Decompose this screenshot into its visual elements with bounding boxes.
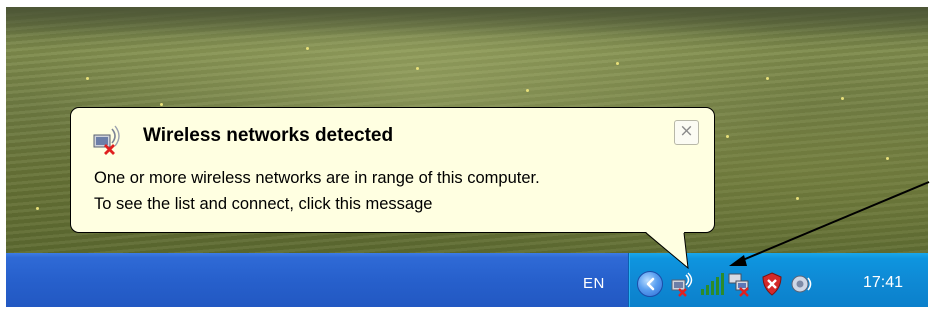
balloon-message-line: One or more wireless networks are in ran… (94, 169, 540, 187)
balloon-message-line: To see the list and connect, click this … (94, 195, 433, 213)
wireless-network-disconnected-icon (93, 125, 120, 155)
close-button[interactable]: × (674, 120, 699, 145)
wallpaper-detail (526, 89, 529, 92)
taskbar: EN 17:41 (6, 253, 928, 307)
wallpaper-detail (160, 103, 163, 106)
notification-balloon[interactable]: Wireless networks detected × One or more… (70, 107, 715, 233)
wallpaper-detail (796, 197, 799, 200)
chevron-left-icon (646, 277, 655, 291)
wallpaper-detail (616, 62, 619, 65)
wallpaper-detail (886, 157, 889, 160)
close-icon: × (679, 121, 694, 141)
wallpaper-detail (416, 67, 419, 70)
security-shield-icon[interactable] (759, 271, 785, 297)
wallpaper-detail (306, 47, 309, 50)
wallpaper-detail (86, 77, 89, 80)
signal-strength-icon[interactable] (699, 271, 725, 297)
wallpaper-horizon (6, 7, 928, 37)
wallpaper-detail (766, 77, 769, 80)
network-disconnected-icon[interactable] (727, 271, 753, 297)
show-hidden-icons-button[interactable] (637, 271, 663, 297)
volume-icon[interactable] (789, 271, 815, 297)
wireless-network-disconnected-icon[interactable] (669, 271, 695, 297)
wallpaper-detail (726, 135, 729, 138)
language-indicator[interactable]: EN (583, 275, 605, 292)
wallpaper-detail (841, 97, 844, 100)
wallpaper-detail (36, 207, 39, 210)
clock[interactable]: 17:41 (863, 274, 903, 292)
balloon-title: Wireless networks detected (143, 125, 394, 146)
